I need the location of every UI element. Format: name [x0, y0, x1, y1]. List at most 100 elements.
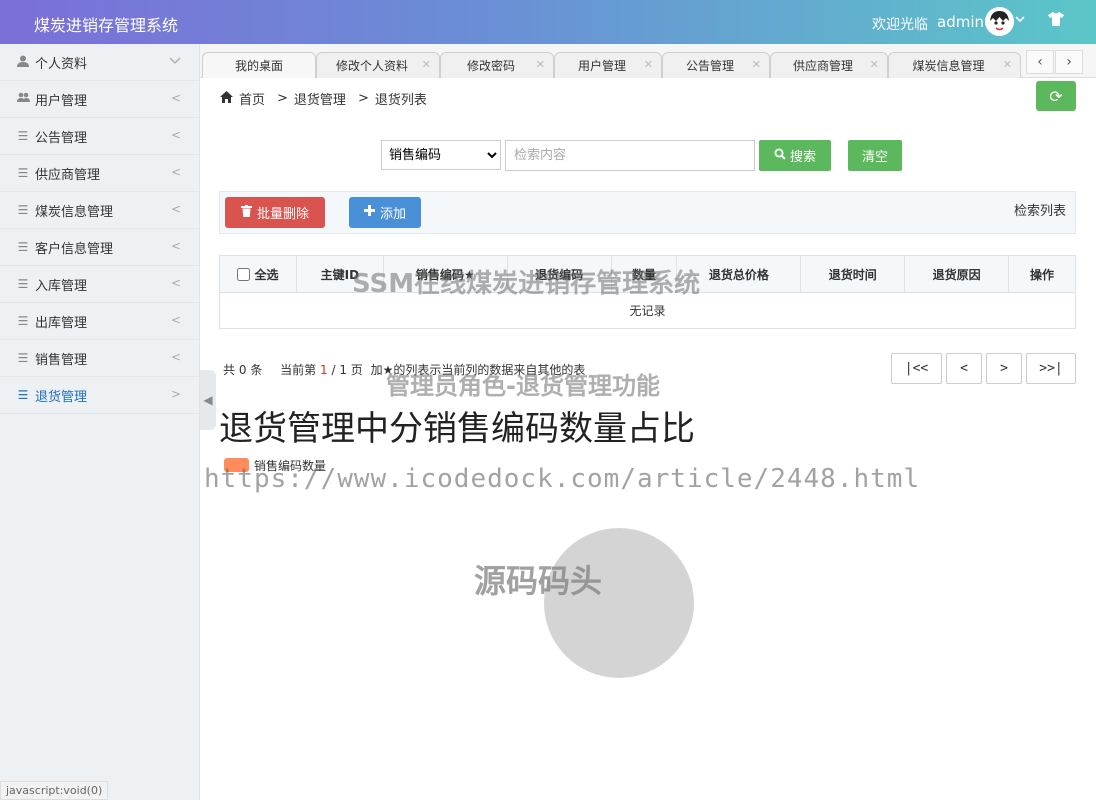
chevron-left-icon: < [170, 165, 181, 179]
list-icon: ☰ [17, 277, 29, 291]
tabs-scroll-left-button[interactable]: ‹ [1026, 50, 1054, 74]
pie-chart-empty [544, 528, 694, 678]
breadcrumb-level1[interactable]: 退货管理 [294, 89, 346, 108]
chevron-down-icon[interactable] [1014, 13, 1026, 29]
theme-shirt-icon[interactable] [1048, 12, 1064, 30]
chevron-down-icon [169, 54, 181, 69]
tab-label: 修改密码 [466, 59, 515, 73]
search-input[interactable] [505, 140, 755, 171]
breadcrumb-separator: > [277, 91, 288, 106]
breadcrumb-separator: > [357, 91, 369, 106]
chart-title: 退货管理中分销售编码数量占比 [219, 409, 695, 449]
total-prefix: 共 [223, 363, 236, 377]
column-header: 退货总价格 [676, 255, 802, 293]
tabs-scroll-right-button[interactable]: › [1055, 50, 1083, 74]
sidebar-item-suppliers[interactable]: ☰ 供应商管理 < [0, 155, 199, 192]
column-header: 退货原因 [904, 255, 1010, 293]
select-all-checkbox[interactable] [237, 267, 251, 281]
chevron-left-icon: < [170, 202, 181, 216]
column-header: 操作 [1008, 255, 1076, 293]
sidebar-item-sales[interactable]: ☰ 销售管理 < [0, 340, 199, 377]
tabs-bar: 我的桌面 修改个人资料 ✕ 修改密码 ✕ 用户管理 ✕ 公告管理 ✕ 供应商管理… [200, 44, 1096, 78]
toolbar-panel [219, 191, 1076, 234]
clear-button-label: 清空 [861, 150, 888, 165]
close-icon[interactable]: ✕ [870, 58, 879, 71]
next-page-button[interactable]: > [986, 353, 1022, 384]
close-icon[interactable]: ✕ [422, 58, 431, 71]
batch-delete-button[interactable]: 批量删除 [225, 197, 325, 228]
legend-swatch[interactable] [224, 458, 249, 472]
sidebar-item-notices[interactable]: ☰ 公告管理 < [0, 118, 199, 155]
close-icon[interactable]: ✕ [1003, 58, 1012, 71]
chevron-left-icon: ‹ [1037, 54, 1043, 70]
tab-label: 修改个人资料 [335, 59, 408, 73]
tab-label: 我的桌面 [234, 59, 283, 73]
breadcrumb-level2: 退货列表 [374, 93, 427, 108]
clear-button[interactable]: 清空 [848, 140, 902, 171]
caret-left-icon: ◀ [203, 393, 213, 407]
plus-icon [363, 205, 375, 220]
list-icon: ☰ [17, 166, 29, 180]
sidebar-item-returns[interactable]: ☰ 退货管理 > [0, 377, 199, 414]
empty-table-message: 无记录 [219, 292, 1076, 329]
sidebar-item-label: 客户信息管理 [35, 241, 114, 257]
batch-delete-label: 批量删除 [256, 207, 309, 222]
sidebar-item-coal-info[interactable]: ☰ 煤炭信息管理 < [0, 192, 199, 229]
pagination-info: 共 0 条 当前第 1 / 1 页 加★的列表示当前列的数据来自其他的表 [223, 361, 585, 378]
sidebar-item-label: 煤炭信息管理 [35, 204, 114, 220]
prev-page-button[interactable]: < [946, 353, 982, 384]
avatar[interactable] [985, 7, 1014, 36]
close-icon[interactable]: ✕ [644, 58, 653, 71]
sidebar-item-label: 公告管理 [35, 130, 88, 146]
tab-edit-profile[interactable]: 修改个人资料 ✕ [316, 52, 440, 78]
close-icon[interactable]: ✕ [536, 58, 545, 71]
sidebar-collapse-toggle[interactable]: ◀ [200, 370, 216, 430]
chevron-right-icon: > [170, 387, 181, 401]
chevron-left-icon: < [170, 239, 181, 253]
current-page: 1 [320, 363, 328, 377]
search-field-select[interactable]: 销售编码 [381, 140, 501, 170]
chevron-left-icon: < [170, 128, 181, 142]
breadcrumb-home[interactable]: 首页 [239, 89, 265, 108]
tab-change-password[interactable]: 修改密码 ✕ [440, 52, 554, 78]
add-button-label: 添加 [379, 207, 406, 222]
sidebar-item-stock-out[interactable]: ☰ 出库管理 < [0, 303, 199, 340]
tab-desktop[interactable]: 我的桌面 [202, 52, 316, 78]
column-header: 退货时间 [800, 255, 906, 293]
last-page-button[interactable]: >>| [1026, 353, 1076, 384]
list-icon: ☰ [17, 129, 29, 143]
close-icon[interactable]: ✕ [752, 58, 761, 71]
welcome-text: 欢迎光临 [872, 17, 928, 33]
sidebar-item-profile[interactable]: 个人资料 [0, 44, 199, 81]
tab-label: 煤炭信息管理 [912, 59, 985, 73]
status-bar-url: javascript:void(0) [0, 781, 109, 800]
tab-supplier-management[interactable]: 供应商管理 ✕ [770, 52, 888, 78]
add-button[interactable]: 添加 [349, 197, 421, 228]
column-header: 数量 [611, 255, 678, 293]
total-suffix: 条 [250, 363, 263, 377]
legend-label[interactable]: 销售编码数量 [254, 457, 326, 474]
tab-user-management[interactable]: 用户管理 ✕ [554, 52, 662, 78]
sidebar-item-label: 退货管理 [35, 389, 88, 405]
username[interactable]: admin [937, 13, 984, 31]
chevron-left-icon: < [170, 313, 181, 327]
search-button[interactable]: 搜索 [759, 140, 831, 171]
sidebar: 个人资料 用户管理 < ☰ 公告管理 < ☰ 供应商管理 < ☰ 煤炭信息管理 … [0, 44, 200, 800]
sidebar-item-label: 销售管理 [35, 352, 88, 368]
sidebar-item-customers[interactable]: ☰ 客户信息管理 < [0, 229, 199, 266]
users-icon [16, 92, 30, 106]
refresh-button[interactable]: ⟳ [1036, 81, 1076, 111]
home-icon [220, 90, 233, 107]
first-page-button[interactable]: |<< [891, 353, 942, 384]
page-total: / 1 页 [331, 363, 363, 377]
top-header: 煤炭进销存管理系统 欢迎光临 admin [0, 0, 1096, 44]
table-row: 无记录 [219, 292, 1076, 329]
sidebar-item-stock-in[interactable]: ☰ 入库管理 < [0, 266, 199, 303]
panel-title: 检索列表 [1014, 204, 1067, 219]
tab-coal-info-management[interactable]: 煤炭信息管理 ✕ [888, 52, 1021, 78]
app-title: 煤炭进销存管理系统 [34, 16, 179, 35]
column-header: 销售编码★ [383, 255, 508, 293]
tab-notice-management[interactable]: 公告管理 ✕ [662, 52, 770, 78]
list-icon: ☰ [17, 240, 29, 254]
sidebar-item-users[interactable]: 用户管理 < [0, 81, 199, 118]
